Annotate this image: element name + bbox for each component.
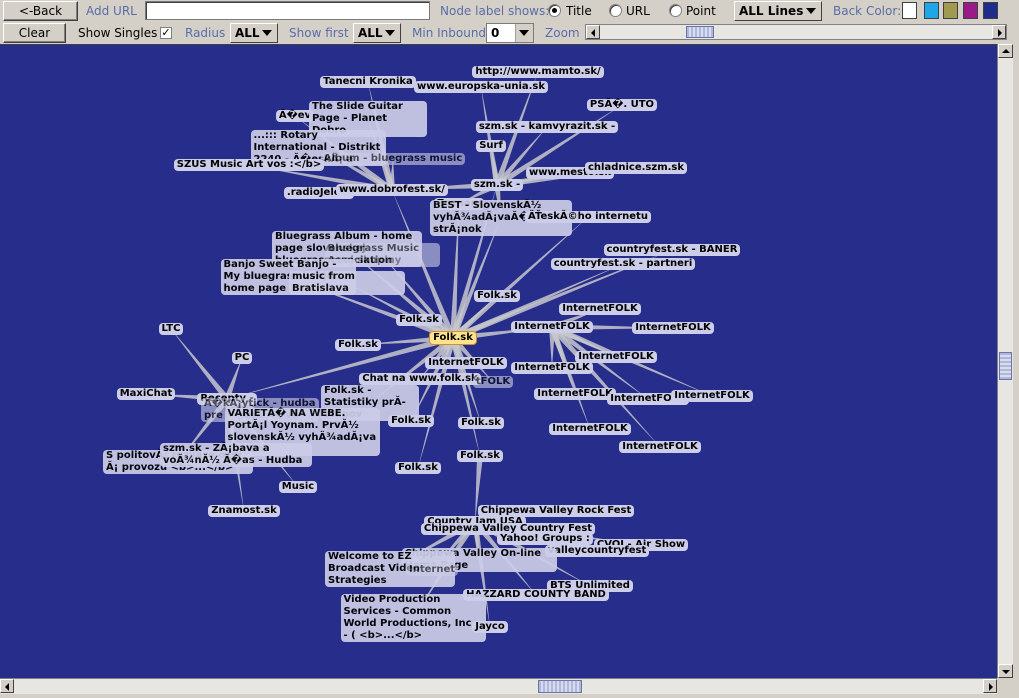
graph-node[interactable]: Folk.sk (395, 462, 441, 474)
show-singles-checkbox[interactable]: ✓ (160, 27, 172, 39)
zoom-slider-thumb[interactable] (686, 26, 714, 38)
scroll-left-icon[interactable] (0, 679, 14, 693)
title-radio[interactable] (548, 4, 561, 17)
graph-node[interactable]: Folk.sk (474, 290, 520, 302)
graph-canvas[interactable]: Tanecni Kronika http://www.mamto.sk/www.e… (0, 44, 997, 678)
color-swatch-olive[interactable] (943, 2, 958, 19)
min-inbound-dropdown[interactable]: 0 (486, 23, 534, 43)
graph-node[interactable]: Folk.sk (396, 314, 442, 326)
graph-node[interactable]: http://www.mamto.sk/ (472, 66, 604, 78)
radius-dropdown[interactable]: ALL (230, 23, 278, 43)
graph-node[interactable]: countryfest.sk - BANER (603, 244, 741, 256)
node-label-shows-label: Node label shows: (440, 4, 550, 18)
graph-node[interactable]: szm.sk - ZĂ¡bava a voĂ¾nĂ½ Ă�as - Hudba (160, 443, 312, 467)
graph-node[interactable]: Internet (405, 564, 458, 576)
clear-button[interactable]: Clear (3, 23, 66, 43)
scroll-right-icon[interactable] (983, 679, 997, 693)
focus-node[interactable]: Folk.sk (429, 331, 477, 345)
url-input[interactable] (145, 1, 430, 20)
graph-node[interactable]: Chat na www.folk.sk (359, 373, 481, 385)
graph-node[interactable]: Video Production Services - Common World… (340, 594, 486, 642)
zoom-slider[interactable] (585, 24, 1007, 40)
color-swatch-navy[interactable] (983, 2, 998, 19)
graph-node[interactable]: InternetFOLK (511, 362, 593, 374)
graph-edge (481, 87, 500, 186)
zoom-left-arrow-icon[interactable] (586, 25, 600, 39)
graph-node[interactable]: szm.sk - (470, 179, 524, 191)
url-radio-label: URL (626, 4, 650, 18)
graph-node[interactable]: Folk.sk (457, 450, 503, 462)
graph-node[interactable]: tFOLK (472, 376, 514, 388)
vertical-scrollbar[interactable] (997, 44, 1013, 678)
horizontal-scrollbar[interactable] (0, 678, 997, 694)
color-swatch-white[interactable] (902, 2, 917, 19)
chevron-down-icon (806, 8, 816, 14)
horizontal-scroll-thumb[interactable] (538, 680, 582, 693)
chevron-down-icon (519, 30, 529, 36)
color-swatch-cyan[interactable] (924, 2, 939, 19)
graph-node[interactable]: ÄŤeskĂ©ho internetu (525, 211, 651, 223)
zoom-label: Zoom (545, 26, 580, 40)
graph-node[interactable]: InternetFOLK (549, 423, 631, 435)
back-color-label: Back Color: (833, 4, 902, 18)
lines-dropdown[interactable]: ALL Lines (734, 1, 822, 21)
graph-node[interactable]: www.dobrofest.sk/ (336, 184, 448, 196)
show-first-label: Show first (289, 26, 349, 40)
graph-node[interactable]: PC (231, 352, 253, 364)
graph-node[interactable]: Jayco (472, 621, 508, 633)
graph-node[interactable]: Folk.sk (388, 415, 434, 427)
url-radio[interactable] (609, 4, 622, 17)
graph-node[interactable]: Znamost.sk (208, 505, 280, 517)
graph-node[interactable]: InternetFOLK (534, 388, 616, 400)
graph-node[interactable]: www.europska-unia.sk (413, 81, 549, 93)
color-swatch-purple[interactable] (963, 2, 978, 19)
graph-node[interactable]: Surf (476, 140, 506, 152)
graph-node[interactable]: Yahoo! Groups : (497, 533, 593, 545)
graph-node[interactable]: valleycountryfest (544, 545, 650, 557)
graph-node[interactable]: countryfest.sk - partneri (550, 258, 696, 270)
point-radio[interactable] (669, 4, 682, 17)
graph-node[interactable]: InternetFOLK (619, 441, 701, 453)
graph-node[interactable]: Album - bluegrass music (320, 153, 466, 165)
graph-node[interactable]: music from Bratislava (289, 271, 405, 295)
scroll-down-icon[interactable] (998, 664, 1013, 678)
graph-node[interactable]: Folk.sk (335, 339, 381, 351)
graph-node[interactable]: Tanecni Kronika (320, 76, 416, 88)
toolbar-row-1: <-Back Add URL Node label shows: Title U… (0, 0, 1019, 22)
graph-node[interactable]: Music (278, 481, 318, 493)
graph-edge (171, 329, 230, 401)
graph-node[interactable]: MaxiChat (116, 388, 176, 400)
add-url-label: Add URL (86, 4, 137, 18)
chevron-down-icon (385, 30, 395, 36)
graph-node[interactable]: InternetFOLK (671, 390, 753, 402)
scroll-up-icon[interactable] (998, 44, 1013, 58)
min-inbound-label: Min Inbound (412, 26, 487, 40)
graph-node[interactable]: InternetFOLK (425, 357, 507, 369)
graph-node[interactable]: Folk.sk (458, 417, 504, 429)
graph-node[interactable]: szm.sk - kamvyrazit.sk - (475, 121, 619, 133)
graph-node[interactable]: PSĂ�. UTO (586, 99, 658, 111)
point-radio-label: Point (686, 4, 716, 18)
title-radio-label: Title (566, 4, 592, 18)
show-singles-label: Show Singles (78, 26, 158, 40)
vertical-scroll-thumb[interactable] (999, 352, 1012, 380)
graph-node[interactable]: chladnice.szm.sk (584, 162, 688, 174)
radius-label: Radius (185, 26, 226, 40)
graph-node[interactable]: InternetFOLK (559, 303, 641, 315)
graph-node[interactable]: InternetFOLK (632, 322, 714, 334)
back-button[interactable]: <-Back (3, 1, 78, 21)
graph-edge (450, 337, 480, 456)
show-first-dropdown[interactable]: ALL (353, 23, 401, 43)
graph-node[interactable]: LTC (158, 323, 184, 335)
zoom-right-arrow-icon[interactable] (992, 25, 1006, 39)
chevron-down-icon (262, 30, 272, 36)
graph-node[interactable]: SZUS Music Art vos :</b> (173, 159, 325, 171)
graph-node[interactable]: InternetFOLK (511, 321, 593, 333)
